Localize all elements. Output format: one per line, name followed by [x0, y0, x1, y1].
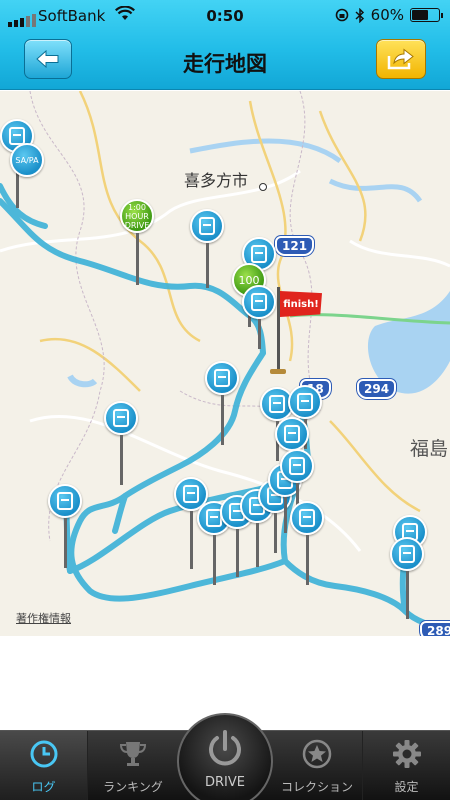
- map-pin[interactable]: [48, 484, 84, 568]
- power-icon: [209, 729, 241, 765]
- tab-settings[interactable]: 設定: [362, 731, 450, 800]
- tunnel-icon: [390, 537, 424, 571]
- route-shield: 121: [275, 236, 315, 256]
- tab-log[interactable]: ログ: [0, 731, 88, 800]
- forest-icon: [290, 501, 324, 535]
- route-map[interactable]: 喜多方市 福島 121 294 289 18 SA/PA 1:00 HOUR D…: [0, 91, 450, 636]
- status-bar: SoftBank 0:50 60%: [0, 0, 450, 32]
- tab-ranking-label: ランキング: [103, 780, 163, 794]
- header-bar: SoftBank 0:50 60% 走行地図: [0, 0, 450, 90]
- finish-flag-base: [270, 369, 286, 374]
- tab-ranking[interactable]: ランキング: [88, 731, 178, 800]
- forest-icon: [48, 484, 82, 518]
- bus-stop-icon: [275, 417, 309, 451]
- milestone-badge-icon: 1:00 HOUR DRIVE: [120, 199, 154, 233]
- copyright-link[interactable]: 著作権情報: [16, 610, 71, 626]
- tunnel-icon: [288, 385, 322, 419]
- map-pin[interactable]: [205, 361, 241, 445]
- map-pin[interactable]: [190, 209, 226, 288]
- tunnel-icon: [205, 361, 239, 395]
- battery-icon: [410, 8, 443, 22]
- clock-icon: [28, 738, 60, 770]
- route-shield: 289: [420, 621, 450, 636]
- city-label: 喜多方市: [184, 171, 249, 190]
- tab-log-label: ログ: [31, 780, 56, 794]
- tab-settings-label: 設定: [394, 780, 419, 794]
- prefecture-label: 福島: [410, 438, 449, 460]
- tunnel-icon: [280, 449, 314, 483]
- map-pin[interactable]: [104, 401, 140, 485]
- rotation-lock-icon: [335, 8, 348, 22]
- status-right: 60%: [335, 6, 443, 24]
- city-marker-dot: [259, 183, 267, 191]
- road-sign-icon: [190, 209, 224, 243]
- map-pin[interactable]: [290, 501, 326, 585]
- drive-label: DRIVE: [205, 774, 245, 790]
- battery-percent: 60%: [370, 6, 404, 24]
- bus-stop-icon: [242, 285, 276, 319]
- trophy-icon: [117, 738, 149, 770]
- tab-collection[interactable]: コレクション: [272, 731, 362, 800]
- star-medal-icon: [301, 738, 333, 770]
- share-button[interactable]: [376, 39, 426, 79]
- service-area-icon: SA/PA: [10, 143, 44, 177]
- forest-icon: [104, 401, 138, 435]
- map-pin[interactable]: [390, 537, 426, 619]
- route-shield: 294: [357, 379, 397, 399]
- finish-flag[interactable]: finish!: [280, 291, 322, 317]
- gear-icon: [391, 738, 423, 770]
- drive-button[interactable]: DRIVE: [177, 713, 273, 800]
- finish-flag-pole: [277, 287, 280, 372]
- share-arrow-icon: [387, 48, 414, 70]
- map-pin[interactable]: [242, 285, 278, 349]
- battery-level-fill: [412, 10, 428, 20]
- bluetooth-icon: [355, 7, 364, 23]
- map-pin[interactable]: SA/PA: [10, 143, 46, 177]
- map-pin[interactable]: 1:00 HOUR DRIVE: [120, 199, 156, 285]
- tab-collection-label: コレクション: [280, 780, 353, 794]
